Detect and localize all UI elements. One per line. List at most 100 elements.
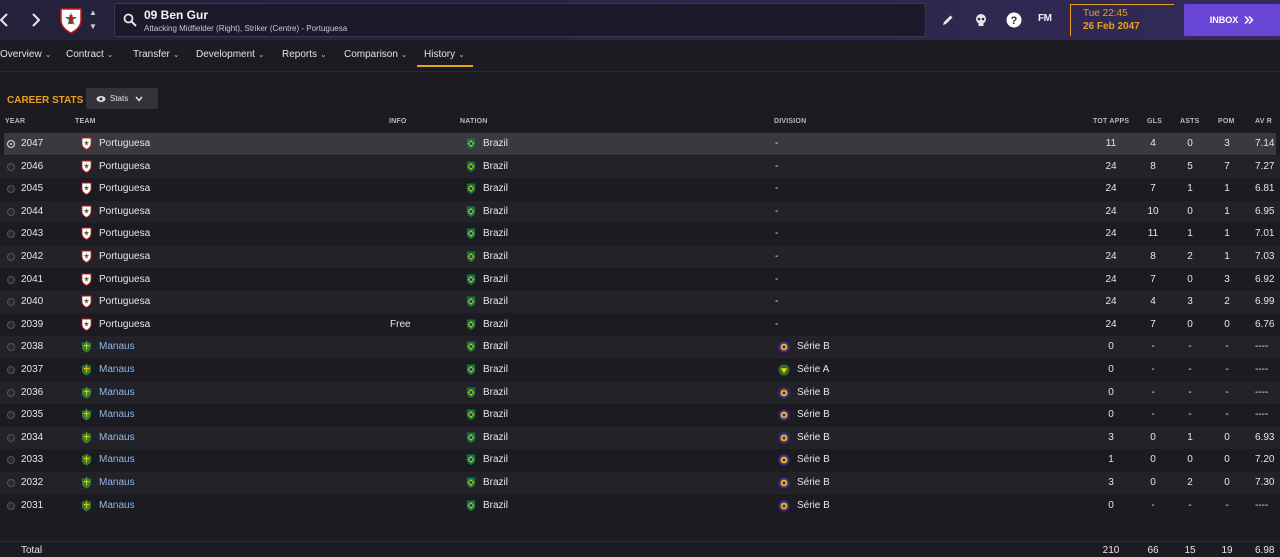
team-link[interactable]: Portuguesa xyxy=(99,296,150,307)
help-button[interactable]: ? xyxy=(1005,11,1023,29)
nation-link[interactable]: Brazil xyxy=(483,319,508,330)
row-select-radio[interactable] xyxy=(7,501,15,510)
table-row[interactable]: 2045 Portuguesa Brazil - 24 7 1 1 6.81 xyxy=(0,178,1280,200)
row-select-radio[interactable] xyxy=(7,320,15,329)
tab-contract[interactable]: Contract ⌄ xyxy=(66,49,114,60)
row-select-radio[interactable] xyxy=(7,298,15,307)
table-row[interactable]: 2034 Manaus Brazil Série B 3 0 1 0 6.93 xyxy=(0,426,1280,449)
row-select-radio[interactable] xyxy=(7,388,15,397)
team-link[interactable]: Manaus xyxy=(99,454,135,465)
row-select-radio[interactable] xyxy=(7,433,15,442)
table-row[interactable]: 2033 Manaus Brazil Série B 1 0 0 0 7.20 xyxy=(0,449,1280,471)
nation-link[interactable]: Brazil xyxy=(483,341,508,352)
division-cell[interactable]: Série B xyxy=(797,409,830,420)
nation-link[interactable]: Brazil xyxy=(483,251,508,262)
table-row[interactable]: 2047 Portuguesa Brazil - 11 4 0 3 7.14 xyxy=(4,133,1276,155)
nation-link[interactable]: Brazil xyxy=(483,228,508,239)
col-header-team[interactable]: TEAM xyxy=(75,118,96,125)
table-row[interactable]: 2036 Manaus Brazil Série B 0- - - ---- xyxy=(0,381,1280,404)
col-header-info[interactable]: INFO xyxy=(389,118,407,125)
skull-button[interactable] xyxy=(972,11,990,29)
row-select-radio[interactable] xyxy=(7,162,15,171)
nation-link[interactable]: Brazil xyxy=(483,387,508,398)
team-link[interactable]: Manaus xyxy=(99,432,135,443)
row-select-radio[interactable] xyxy=(7,140,15,148)
team-link[interactable]: Portuguesa xyxy=(99,138,150,149)
division-cell[interactable]: Série B xyxy=(797,387,830,398)
row-select-radio[interactable] xyxy=(7,343,15,352)
row-select-radio[interactable] xyxy=(7,411,15,420)
forward-button[interactable] xyxy=(28,8,44,32)
table-row[interactable]: 2031 Manaus Brazil Série B 0- - - ---- xyxy=(0,495,1280,517)
row-select-radio[interactable] xyxy=(7,275,15,284)
row-select-radio[interactable] xyxy=(7,230,15,239)
col-header-division[interactable]: DIVISION xyxy=(774,118,806,125)
table-row[interactable]: 2035 Manaus Brazil Série B 0- - - ---- xyxy=(0,404,1280,426)
team-link[interactable]: Manaus xyxy=(99,341,135,352)
club-crest-icon[interactable] xyxy=(57,6,85,34)
nation-link[interactable]: Brazil xyxy=(483,454,508,465)
nation-link[interactable]: Brazil xyxy=(483,274,508,285)
division-cell[interactable]: Série B xyxy=(797,454,830,465)
row-select-radio[interactable] xyxy=(7,253,15,261)
tab-history[interactable]: History ⌄ xyxy=(424,49,465,60)
team-link[interactable]: Portuguesa xyxy=(99,319,150,330)
row-select-radio[interactable] xyxy=(7,456,15,465)
col-header-gls[interactable]: GLS xyxy=(1147,118,1162,125)
nation-link[interactable]: Brazil xyxy=(483,161,508,172)
table-row[interactable]: 2046 Portuguesa Brazil - 24 8 5 7 7.27 xyxy=(0,155,1280,178)
tab-transfer[interactable]: Transfer ⌄ xyxy=(133,49,180,60)
table-row[interactable]: 2038 Manaus Brazil Série B 0- - - ---- xyxy=(0,336,1280,359)
row-select-radio[interactable] xyxy=(7,207,15,216)
team-link[interactable]: Manaus xyxy=(99,364,135,375)
team-link[interactable]: Manaus xyxy=(99,387,135,398)
row-select-radio[interactable] xyxy=(7,185,15,194)
inbox-button[interactable]: INBOX xyxy=(1184,4,1280,36)
row-select-radio[interactable] xyxy=(7,366,15,374)
row-select-radio[interactable] xyxy=(7,479,15,487)
back-button[interactable] xyxy=(0,8,12,32)
table-row[interactable]: 2037 Manaus Brazil Série A 0- - - ---- xyxy=(0,359,1280,381)
division-cell[interactable]: Série A xyxy=(797,364,829,375)
division-cell[interactable]: Série B xyxy=(797,477,830,488)
player-search-box[interactable]: 09 Ben Gur Attacking Midfielder (Right),… xyxy=(114,3,926,37)
col-header-asts[interactable]: ASTS xyxy=(1180,118,1199,125)
col-header-avr[interactable]: AV R xyxy=(1255,118,1272,125)
team-link[interactable]: Portuguesa xyxy=(99,206,150,217)
tab-reports[interactable]: Reports ⌄ xyxy=(282,49,327,60)
table-row[interactable]: 2044 Portuguesa Brazil - 24 10 0 1 6.95 xyxy=(0,200,1280,223)
nation-link[interactable]: Brazil xyxy=(483,296,508,307)
table-row[interactable]: 2040 Portuguesa Brazil - 24 4 3 2 6.99 xyxy=(0,291,1280,314)
col-header-pom[interactable]: POM xyxy=(1218,118,1235,125)
crest-switch[interactable]: ▲ ▼ xyxy=(88,9,98,31)
table-row[interactable]: 2039 Portuguesa Free Brazil - 24 7 0 0 6.76 xyxy=(0,314,1280,336)
team-link[interactable]: Portuguesa xyxy=(99,274,150,285)
tab-development[interactable]: Development ⌄ xyxy=(196,49,265,60)
team-link[interactable]: Manaus xyxy=(99,409,135,420)
division-cell[interactable]: Série B xyxy=(797,432,830,443)
team-link[interactable]: Portuguesa xyxy=(99,161,150,172)
col-header-year[interactable]: YEAR xyxy=(5,118,25,125)
tab-comparison[interactable]: Comparison ⌄ xyxy=(344,49,408,60)
nation-link[interactable]: Brazil xyxy=(483,500,508,511)
table-row[interactable]: 2041 Portuguesa Brazil - 24 7 0 3 6.92 xyxy=(0,269,1280,291)
team-link[interactable]: Portuguesa xyxy=(99,183,150,194)
table-row[interactable]: 2042 Portuguesa Brazil - 24 8 2 1 7.03 xyxy=(0,246,1280,268)
nation-link[interactable]: Brazil xyxy=(483,364,508,375)
team-link[interactable]: Manaus xyxy=(99,500,135,511)
table-row[interactable]: 2043 Portuguesa Brazil -24 11 1 1 7.01 xyxy=(0,223,1280,245)
team-link[interactable]: Portuguesa xyxy=(99,228,150,239)
nation-link[interactable]: Brazil xyxy=(483,409,508,420)
col-header-nation[interactable]: NATION xyxy=(460,118,488,125)
fm-logo[interactable]: FM xyxy=(1038,13,1052,24)
team-link[interactable]: Manaus xyxy=(99,477,135,488)
edit-button[interactable] xyxy=(939,11,957,29)
view-dropdown[interactable]: Stats xyxy=(86,88,158,109)
nation-link[interactable]: Brazil xyxy=(483,477,508,488)
tab-overview[interactable]: Overview ⌄ xyxy=(0,49,51,60)
division-cell[interactable]: Série B xyxy=(797,341,830,352)
nation-link[interactable]: Brazil xyxy=(483,432,508,443)
nation-link[interactable]: Brazil xyxy=(483,206,508,217)
team-link[interactable]: Portuguesa xyxy=(99,251,150,262)
division-cell[interactable]: Série B xyxy=(797,500,830,511)
